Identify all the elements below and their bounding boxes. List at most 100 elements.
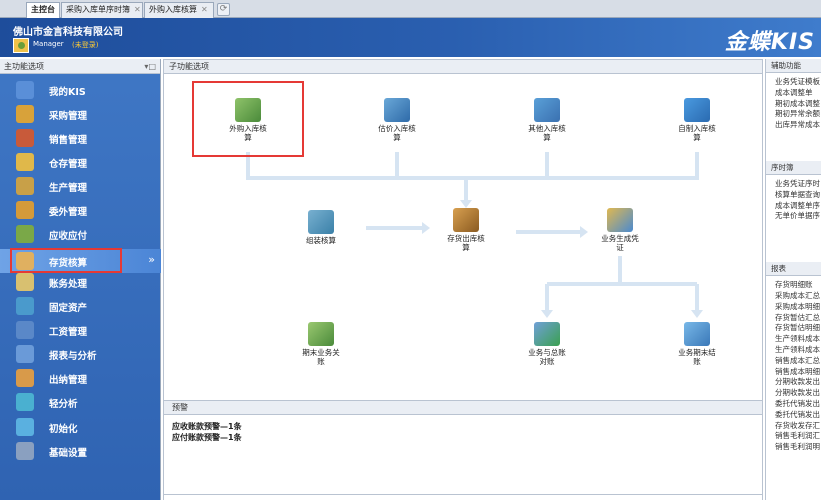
arrow-head (460, 200, 472, 208)
sidebar-item-label: 采购管理 (49, 111, 88, 122)
right-link-item[interactable]: 期初成本调整 (766, 99, 821, 110)
other-in-icon (534, 98, 560, 122)
right-link-item[interactable]: 销售毛利润汇 (766, 431, 821, 442)
period-end-icon (308, 322, 334, 346)
sidebar-item-accounting[interactable]: 账务处理 (0, 270, 161, 294)
sidebar-item-warehouse[interactable]: 仓存管理 (0, 150, 161, 174)
refresh-icon[interactable]: ⟳ (217, 3, 230, 16)
sidebar-item-label: 报表与分析 (49, 351, 97, 362)
right-link-item[interactable]: 分期收款发出 (766, 388, 821, 399)
right-link-item[interactable]: 销售成本明细 (766, 367, 821, 378)
right-link-item[interactable]: 出库异常成本 (766, 120, 821, 131)
sidebar-item-settings[interactable]: 基础设置 (0, 439, 161, 463)
connector-top (246, 152, 699, 180)
connector-bottom (545, 256, 699, 314)
right-link-item[interactable]: 销售成本汇总 (766, 356, 821, 367)
right-link-item[interactable]: 销售毛利润明 (766, 442, 821, 453)
node-other-in[interactable]: 其他入库核 算 (502, 98, 592, 142)
node-self-made-in[interactable]: 自制入库核 算 (652, 98, 742, 142)
right-link-item[interactable]: 采购成本明细 (766, 302, 821, 313)
sidebar: 主功能选项 ▾□ 我的KIS 采购管理 销售管理 仓存管理 生产管理 委外管理 应收应付 存货… (0, 59, 161, 500)
analysis-icon (16, 393, 34, 411)
right-link-item[interactable]: 存货暂估汇总 (766, 313, 821, 324)
right-link-item[interactable]: 期初异常余额 (766, 109, 821, 120)
sidebar-item-purchase[interactable]: 采购管理 (0, 102, 161, 126)
sidebar-item-cashier[interactable]: 出纳管理 (0, 366, 161, 390)
sidebar-item-label: 轻分析 (49, 399, 78, 410)
app-header: 佛山市金言科技有限公司 Manager (未登录) 金蝶KIS (0, 18, 821, 57)
right-link-item[interactable]: 分期收款发出 (766, 377, 821, 388)
right-link-item[interactable]: 存货收发存汇 (766, 421, 821, 432)
node-period-end[interactable]: 期末业务关 账 (276, 322, 366, 366)
user-avatar-icon (13, 38, 29, 53)
sidebar-item-label: 销售管理 (49, 135, 88, 146)
my-kis-icon (16, 81, 34, 99)
company-name: 佛山市金言科技有限公司 (13, 27, 123, 38)
right-section-title: 序时簿 (766, 160, 821, 175)
sidebar-title: 主功能选项 ▾□ (0, 59, 160, 74)
sidebar-item-production[interactable]: 生产管理 (0, 174, 161, 198)
tab-label: 主控台 (31, 5, 55, 14)
arrow-head (691, 310, 703, 318)
close-icon[interactable]: ✕ (134, 5, 141, 14)
brand-logo: 金蝶KIS (724, 30, 815, 55)
sidebar-item-label: 仓存管理 (49, 159, 88, 170)
sidebar-item-init[interactable]: 初始化 (0, 415, 161, 439)
sidebar-item-report[interactable]: 报表与分析 (0, 342, 161, 366)
tab-purchase-costing[interactable]: 外购入库核算 ✕ (144, 2, 214, 18)
sidebar-item-analysis[interactable]: 轻分析 (0, 390, 161, 414)
warehouse-icon (16, 153, 34, 171)
cashier-icon (16, 369, 34, 387)
init-icon (16, 418, 34, 436)
tab-main-console[interactable]: 主控台 (26, 2, 60, 18)
pin-icon[interactable]: ▾□ (144, 59, 156, 74)
tab-label: 采购入库单序时簿 (66, 5, 130, 14)
node-reconcile[interactable]: 业务与总账 对账 (502, 322, 592, 366)
right-link-item[interactable]: 存货暂估明细 (766, 323, 821, 334)
node-assembly[interactable]: 组装核算 (276, 210, 366, 245)
sales-icon (16, 129, 34, 147)
sidebar-item-my-kis[interactable]: 我的KIS (0, 78, 161, 102)
right-link-item[interactable]: 生产领料成本 (766, 345, 821, 356)
alert-line[interactable]: 应付账款预警—1条 (172, 432, 754, 443)
right-link-item[interactable]: 委托代销发出 (766, 399, 821, 410)
accounting-icon (16, 273, 34, 291)
node-gen-voucher[interactable]: 业务生成凭 证 (575, 208, 665, 252)
tab-purchase-list[interactable]: 采购入库单序时簿 ✕ (61, 2, 143, 18)
sidebar-item-label: 基础设置 (49, 448, 88, 459)
node-label: 自制入库核 算 (678, 124, 716, 142)
right-link-item[interactable]: 成本调整单 (766, 88, 821, 99)
node-label: 业务与总账 对账 (528, 348, 566, 366)
node-estimate-in[interactable]: 估价入库核 算 (352, 98, 442, 142)
close-icon[interactable]: ✕ (201, 5, 208, 14)
right-link-item[interactable]: 成本调整单序 (766, 201, 821, 212)
right-section-title: 辅助功能 (766, 59, 821, 73)
sidebar-item-salary[interactable]: 工资管理 (0, 318, 161, 342)
sidebar-item-sales[interactable]: 销售管理 (0, 126, 161, 150)
right-link-item[interactable]: 委托代销发出 (766, 410, 821, 421)
outbound-icon (453, 208, 479, 232)
arrow-head (541, 310, 553, 318)
right-link-item[interactable]: 存货明细账 (766, 280, 821, 291)
highlight-box (10, 248, 122, 273)
assembly-icon (308, 210, 334, 234)
right-link-item[interactable]: 无单价单据序 (766, 211, 821, 222)
node-label: 期末业务关 账 (302, 348, 340, 366)
divider (163, 494, 763, 500)
sidebar-title-text: 主功能选项 (4, 62, 44, 71)
node-period-close[interactable]: 业务期末结 账 (652, 322, 742, 366)
right-link-item[interactable]: 业务凭证模板 (766, 77, 821, 88)
sidebar-item-receivable[interactable]: 应收应付 (0, 222, 161, 246)
right-link-item[interactable]: 核算单据查询 (766, 190, 821, 201)
right-link-item[interactable]: 采购成本汇总 (766, 291, 821, 302)
sidebar-item-asset[interactable]: 固定资产 (0, 294, 161, 318)
sidebar-item-outsource[interactable]: 委外管理 (0, 198, 161, 222)
right-link-item[interactable]: 业务凭证序时 (766, 179, 821, 190)
right-link-item[interactable]: 生产领料成本 (766, 334, 821, 345)
reconcile-icon (534, 322, 560, 346)
node-outbound[interactable]: 存货出库核 算 (421, 208, 511, 252)
alert-line[interactable]: 应收账款预警—1条 (172, 421, 754, 432)
user-status[interactable]: (未登录) (72, 40, 98, 50)
chevron-right-icon[interactable]: » (148, 253, 155, 266)
node-label: 业务期末结 账 (678, 348, 716, 366)
